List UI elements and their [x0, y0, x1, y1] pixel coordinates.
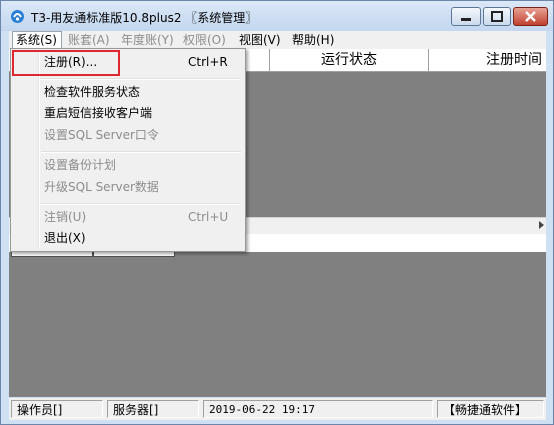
- menu-item-exit[interactable]: 退出(X): [13, 228, 243, 249]
- menu-separator: [41, 203, 241, 205]
- menu-account-set[interactable]: 账套(A): [68, 31, 110, 49]
- app-logo-icon: [11, 10, 24, 23]
- menu-separator: [41, 151, 241, 153]
- menu-view[interactable]: 视图(V): [239, 31, 281, 49]
- maximize-button[interactable]: [483, 7, 511, 26]
- menu-item-check-service[interactable]: 检查软件服务状态: [13, 82, 243, 103]
- lower-tab[interactable]: [11, 252, 93, 257]
- menu-item-shortcut: Ctrl+U: [188, 210, 229, 224]
- menu-item-label: 重启短信接收客户端: [44, 106, 153, 120]
- menu-item-backup-plan[interactable]: 设置备份计划: [13, 155, 243, 176]
- status-datetime: 2019-06-22 19:17: [203, 400, 433, 418]
- app-window: T3-用友通标准版10.8plus2 〖系统管理〗 系统(S) 账套(A) 年度…: [0, 0, 554, 425]
- status-operator: 操作员[]: [11, 400, 103, 418]
- menu-item-label: 注销(U): [44, 210, 87, 224]
- menu-item-label: 退出(X): [44, 231, 86, 245]
- minimize-button[interactable]: [451, 7, 481, 26]
- menu-item-shortcut: Ctrl+R: [188, 55, 228, 69]
- column-header-status[interactable]: 运行状态: [269, 49, 428, 71]
- menu-permissions[interactable]: 权限(O): [183, 31, 226, 49]
- menu-item-label: 检查软件服务状态: [44, 85, 141, 99]
- lower-tab[interactable]: [93, 252, 175, 257]
- close-icon: [525, 11, 536, 22]
- close-button[interactable]: [513, 7, 548, 26]
- scroll-right-icon[interactable]: [539, 221, 544, 229]
- menu-item-restart-sms-client[interactable]: 重启短信接收客户端: [13, 103, 243, 124]
- status-bar: 操作员[] 服务器[] 2019-06-22 19:17 【畅捷通软件】: [9, 398, 546, 420]
- maximize-icon: [491, 11, 503, 22]
- menu-item-label: 设置SQL Server口令: [44, 128, 159, 142]
- menu-item-logout[interactable]: 注销(U) Ctrl+U: [13, 207, 243, 228]
- menu-annual-account[interactable]: 年度账(Y): [121, 31, 174, 49]
- window-title: T3-用友通标准版10.8plus2 〖系统管理〗: [31, 11, 258, 25]
- menu-bar: 系统(S) 账套(A) 年度账(Y) 权限(O) 视图(V) 帮助(H): [9, 31, 546, 50]
- title-bar[interactable]: T3-用友通标准版10.8plus2 〖系统管理〗: [1, 1, 553, 31]
- menu-item-upgrade-sql[interactable]: 升级SQL Server数据: [13, 177, 243, 198]
- menu-item-label: 升级SQL Server数据: [44, 180, 159, 194]
- column-header-register-time[interactable]: 注册时间: [428, 49, 546, 71]
- minimize-icon: [461, 18, 471, 21]
- menu-help[interactable]: 帮助(H): [292, 31, 334, 49]
- status-server: 服务器[]: [107, 400, 199, 418]
- annotation-highlight-box: [12, 50, 120, 76]
- menu-item-label: 设置备份计划: [44, 158, 117, 172]
- system-menu-dropdown: 注册(R)... Ctrl+R 检查软件服务状态 重启短信接收客户端 设置SQL…: [10, 48, 246, 252]
- menu-item-set-sql-password[interactable]: 设置SQL Server口令: [13, 125, 243, 146]
- menu-separator: [41, 78, 241, 80]
- status-product: 【畅捷通软件】: [437, 400, 544, 418]
